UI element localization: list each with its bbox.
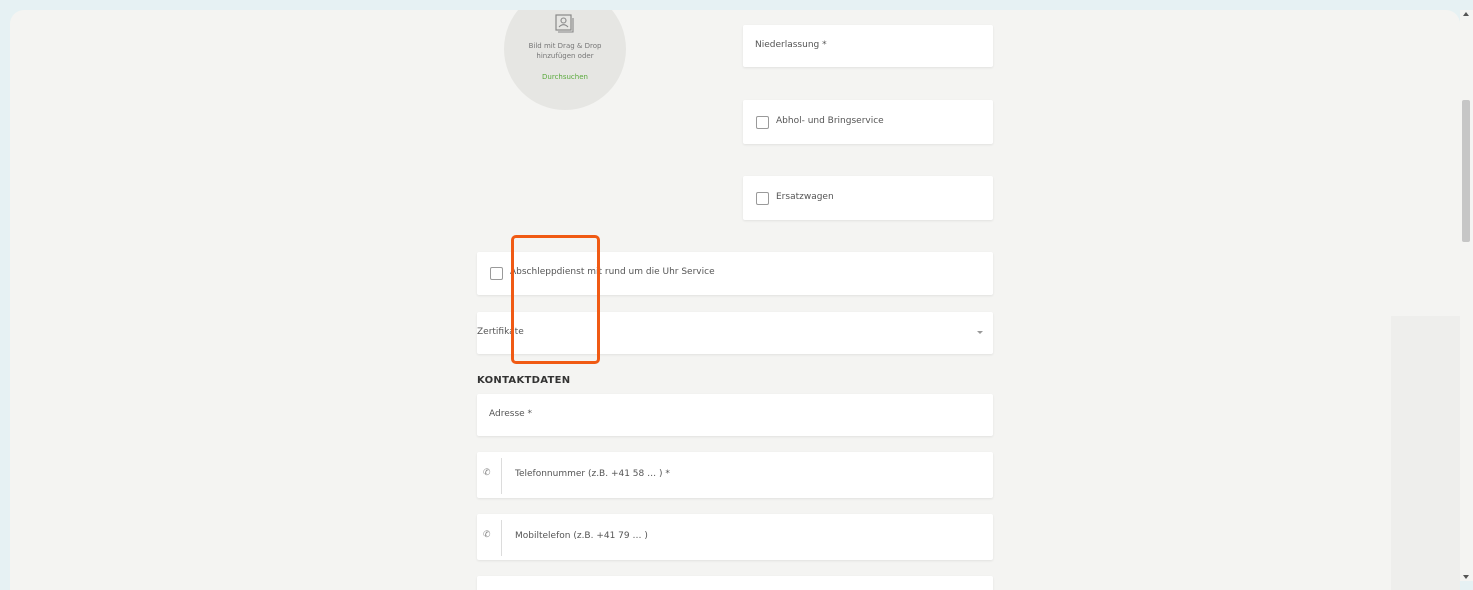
telefon-country-selector[interactable]: ✆: [483, 468, 507, 482]
scroll-down-arrow-icon[interactable]: [1463, 575, 1469, 579]
mobil-country-selector[interactable]: ✆: [483, 530, 507, 544]
telefon-placeholder: Telefonnummer (z.B. +41 58 … ) *: [515, 469, 670, 479]
upload-instructions-line-1: Bild mit Drag & Drop: [528, 42, 602, 50]
highlight-annotation: [511, 235, 600, 364]
image-upload-icon: [555, 14, 574, 33]
ersatzwagen-label: Ersatzwagen: [776, 192, 834, 202]
abhol-bringservice-checkbox[interactable]: [756, 116, 769, 129]
section-title-kontaktdaten: KONTAKTDATEN: [477, 375, 571, 386]
phone-icon: ✆: [483, 530, 491, 540]
ersatzwagen-checkbox[interactable]: [756, 192, 769, 205]
upload-instructions: Bild mit Drag & Drop hinzufügen oder: [514, 41, 616, 61]
abschleppdienst-checkbox[interactable]: [490, 267, 503, 280]
mobiltelefon-field[interactable]: ✆ Mobiltelefon (z.B. +41 79 … ): [477, 514, 993, 560]
ersatzwagen-option[interactable]: Ersatzwagen: [743, 176, 993, 220]
scroll-thumb[interactable]: [1462, 100, 1470, 242]
chevron-down-icon: [977, 331, 983, 334]
adresse-placeholder: Adresse *: [489, 409, 533, 419]
phone-icon: ✆: [483, 468, 491, 478]
scroll-up-arrow-icon[interactable]: [1463, 12, 1469, 16]
niederlassung-field[interactable]: Niederlassung *: [743, 25, 993, 67]
browse-link[interactable]: Durchsuchen: [514, 72, 616, 82]
telefon-field[interactable]: ✆ Telefonnummer (z.B. +41 58 … ) *: [477, 452, 993, 498]
side-panel: [1391, 316, 1460, 590]
form-page: Bild mit Drag & Drop hinzufügen oder Dur…: [10, 10, 1460, 590]
niederlassung-placeholder: Niederlassung *: [755, 40, 827, 50]
abhol-bringservice-label: Abhol- und Bringservice: [776, 116, 884, 126]
image-upload-dropzone[interactable]: Bild mit Drag & Drop hinzufügen oder Dur…: [504, 10, 626, 110]
abhol-bringservice-option[interactable]: Abhol- und Bringservice: [743, 100, 993, 144]
upload-instructions-line-2: hinzufügen oder: [536, 52, 594, 60]
vertical-scrollbar[interactable]: [1460, 10, 1473, 581]
mobil-divider: [501, 520, 502, 556]
telefon-divider: [501, 458, 502, 494]
next-field-partial[interactable]: [477, 576, 993, 590]
adresse-field[interactable]: Adresse *: [477, 394, 993, 436]
mobiltelefon-placeholder: Mobiltelefon (z.B. +41 79 … ): [515, 531, 648, 541]
